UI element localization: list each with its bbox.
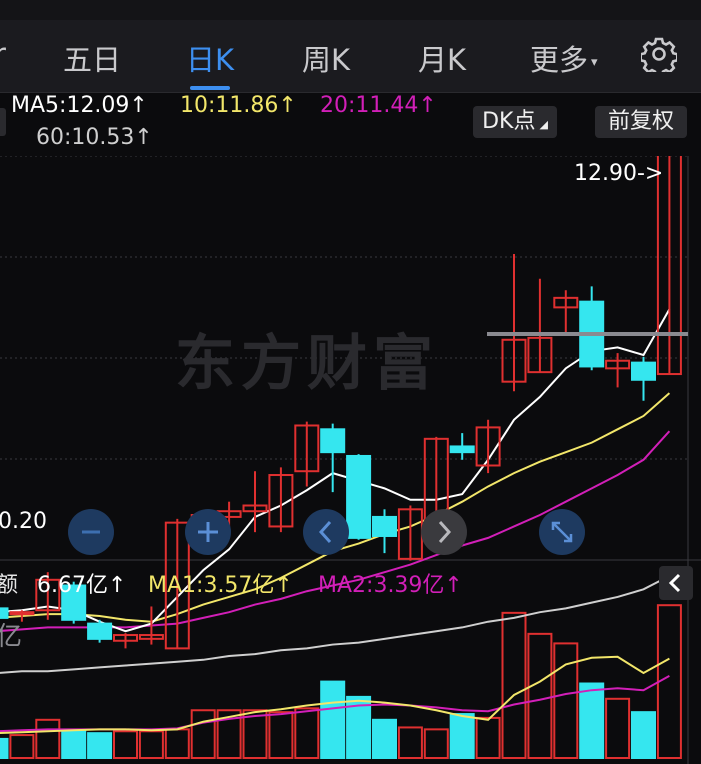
zoom-in-button[interactable]: [185, 509, 231, 555]
tab-monthly-k[interactable]: 月K: [418, 37, 466, 79]
chevron-left-icon: [318, 520, 332, 544]
candle-down: [87, 622, 113, 640]
active-tab-indicator: [190, 86, 230, 90]
fullscreen-button[interactable]: [539, 509, 585, 555]
left-edge-button[interactable]: [0, 108, 6, 136]
plus-icon: [198, 522, 218, 542]
candle-down: [449, 445, 475, 454]
expand-icon: [551, 521, 573, 543]
tab-more[interactable]: 更多 ▾: [530, 37, 598, 79]
minus-icon: [82, 530, 100, 534]
volume-bar: [294, 707, 320, 760]
volume-bar: [138, 730, 164, 760]
volume-bar: [113, 730, 138, 760]
tab-more-label: 更多: [530, 43, 589, 77]
volume-bar: [320, 680, 346, 759]
zoom-out-button[interactable]: [68, 509, 114, 555]
volume-bar: [656, 604, 682, 760]
chevron-down-icon: ▾: [591, 54, 598, 70]
volume-value: 6.67亿↑: [37, 573, 127, 598]
volume-bar: [553, 642, 579, 759]
scroll-left-button[interactable]: [303, 509, 349, 555]
watermark: 东方财富: [175, 329, 439, 399]
chevron-right-icon: [438, 520, 452, 544]
scroll-right-button[interactable]: [421, 509, 467, 555]
volume-label-fragment: 额: [0, 573, 19, 598]
volume-bar: [397, 726, 423, 760]
period-tabs: r 五日 日K 周K 月K 更多▾: [0, 20, 701, 93]
volume-bar: [579, 682, 605, 760]
candle-up: [9, 611, 35, 616]
volume-bar: [87, 732, 113, 759]
high-price-label: 12.90->: [574, 161, 663, 186]
ma20-legend: 20:11.44↑: [320, 93, 437, 118]
candle-down: [346, 454, 372, 539]
tab-weekly-k[interactable]: 周K: [302, 37, 350, 79]
collapse-button[interactable]: [659, 566, 693, 600]
ma5-legend: MA5:12.09↑: [11, 93, 148, 118]
volume-unit-label: 亿: [0, 622, 23, 652]
status-strip: [0, 0, 701, 20]
forward-adjust-button[interactable]: 前复权: [595, 106, 687, 138]
volume-bar: [0, 737, 9, 760]
tab-overflow-fragment: r: [0, 37, 6, 71]
volume-bar: [631, 711, 656, 759]
dk-point-button[interactable]: DK点 ◢: [473, 106, 557, 138]
volume-ma1-legend: MA1:3.57亿↑: [148, 573, 293, 598]
tab-daily-k[interactable]: 日K: [186, 37, 234, 79]
volume-bar: [9, 734, 35, 760]
volume-bar: [268, 711, 294, 759]
ma10-legend: 10:11.86↑: [180, 93, 297, 118]
volume-bar: [190, 709, 216, 759]
candle-down: [372, 515, 397, 537]
low-price-label: 0.20: [0, 509, 47, 534]
volume-bar: [423, 728, 449, 759]
gear-icon[interactable]: [641, 36, 677, 72]
volume-bar: [164, 728, 190, 759]
volume-bar: [501, 611, 527, 759]
volume-bar: [605, 697, 631, 759]
chevron-left-icon: [668, 573, 681, 593]
ma60-legend: 60:10.53↑: [36, 125, 153, 150]
corner-triangle-icon: ◢: [539, 118, 548, 131]
tab-five-day[interactable]: 五日: [63, 37, 121, 79]
kline-chart: 东方财富 12.90-> 0.20: [0, 156, 701, 764]
volume-bar: [527, 632, 553, 760]
volume-bar: [449, 713, 475, 760]
volume-bar: [475, 716, 501, 760]
volume-bar: [372, 718, 397, 759]
dk-point-label: DK点: [482, 109, 536, 134]
volume-ma2-legend: MA2:3.39亿↑: [318, 573, 463, 598]
candle-down: [320, 428, 346, 454]
volume-bar: [61, 730, 87, 760]
candle-down: [631, 361, 656, 381]
volume-bar: [35, 718, 61, 759]
